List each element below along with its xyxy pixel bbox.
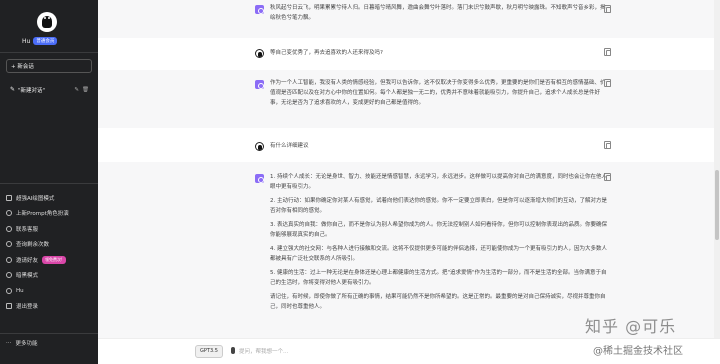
message-text: 有什么详细建议 xyxy=(270,143,309,149)
logout-icon xyxy=(6,303,12,310)
trash-icon[interactable]: 🗑 xyxy=(82,87,89,93)
sidebar-item-label: 超强AI绘图模式 xyxy=(16,195,55,202)
member-badge[interactable]: 普通会员 xyxy=(33,37,58,45)
sidebar-item-label: Hu xyxy=(16,287,24,294)
sidebar-item-label: 上新Prompt角色扮演 xyxy=(16,211,69,218)
moon-icon xyxy=(6,272,12,279)
user-avatar-icon xyxy=(255,49,264,58)
user-info: Hu 普通会员 xyxy=(22,37,58,45)
user-avatar-icon xyxy=(255,142,264,151)
scrollbar[interactable] xyxy=(714,0,720,364)
chat-bubble-icon: ✎ xyxy=(10,86,16,93)
list-item: 5. 健康的生活：过上一种无论是在身体还是心理上都健康的生活方式。把"追求爱情"… xyxy=(270,270,607,286)
user-message: 有什么详细建议 xyxy=(98,128,720,162)
message-text: 秋风起兮日云飞，明果累累兮待人归。日暮暗兮晴风舞，邀曲会舞兮叶落时。落门未识兮鼓… xyxy=(270,5,606,21)
message-text: 1. 持续个人成长：无论是身世、智力、技能还是情感智慧，永远学习，永远进步。这样… xyxy=(270,172,610,316)
menu-dots-icon: ⋯ xyxy=(6,340,12,346)
sidebar-item-label: 退出登录 xyxy=(16,304,39,311)
copy-icon[interactable] xyxy=(604,48,611,56)
sidebar-item-dark-mode[interactable]: 暗黑模式 xyxy=(6,268,94,284)
more-features-label: 更多功能 xyxy=(15,341,38,347)
sidebar-item-logout[interactable]: 退出登录 xyxy=(6,299,94,315)
list-item: 4. 建立强大的社交网：与各种人进行接触和交流。这将不仅提供更多可能的伴侣选择，… xyxy=(270,246,608,262)
sidebar-item-label: 暗黑模式 xyxy=(16,273,39,280)
image-icon xyxy=(6,194,12,201)
divider xyxy=(0,52,98,53)
message-text: 作为一个人工智能，我没有人类的情感经验，但我可以告诉你，这不仅取决于你变得多么优… xyxy=(270,80,606,106)
user-message: 等自己变优秀了，再去追喜欢的人还来得及吗? xyxy=(98,38,720,70)
new-chat-label: + 新会话 xyxy=(11,64,34,70)
sidebar-item-label: 查询剩余次数 xyxy=(16,242,50,249)
scrollbar-thumb[interactable] xyxy=(715,170,719,240)
conversation-label: "新建对话" xyxy=(18,87,46,94)
model-select-button[interactable]: GPT3.5 xyxy=(195,345,223,358)
divider xyxy=(0,183,98,184)
copy-icon[interactable] xyxy=(604,141,611,149)
avatar[interactable] xyxy=(37,12,57,32)
sidebar-item-remaining[interactable]: 查询剩余次数 xyxy=(6,237,94,253)
watermark-small: @稀土掘金技术社区 xyxy=(593,346,683,357)
sidebar-menu: 超强AI绘图模式 上新Prompt角色扮演 联系客服 查询剩余次数 邀请好友 领… xyxy=(6,190,94,314)
list-item: 请记住，有时候，即使你做了所有正确的事情，结果可能仍然不是你所希望的。这是正常的… xyxy=(270,294,606,310)
list-item: 1. 持续个人成长：无论是身世、智力、技能还是情感智慧，永远学习，永远进步。这样… xyxy=(270,174,608,190)
copy-icon[interactable] xyxy=(604,173,611,181)
assistant-icon xyxy=(255,5,264,14)
sidebar-item-prompt-roleplay[interactable]: 上新Prompt角色扮演 xyxy=(6,206,94,222)
message-text: 等自己变优秀了，再去追喜欢的人还来得及吗? xyxy=(270,50,383,56)
user-name: Hu xyxy=(22,37,31,45)
support-icon xyxy=(6,225,12,232)
list-item: 2. 主动行动：如果你确定你对某人有感觉，试着向他们表达你的感觉。你不一定要立即… xyxy=(270,198,608,214)
assistant-icon xyxy=(255,174,264,183)
user-icon xyxy=(6,287,12,294)
sidebar-item-support[interactable]: 联系客服 xyxy=(6,221,94,237)
chat-main: 秋风起兮日云飞，明果累累兮待人归。日暮暗兮晴风舞，邀曲会舞兮叶落时。落门未识兮鼓… xyxy=(98,0,720,364)
copy-icon[interactable] xyxy=(604,79,611,87)
sidebar-item-label: 邀请好友 xyxy=(16,257,39,264)
assistant-message: 作为一个人工智能，我没有人类的情感经验，但我可以告诉你，这不仅取决于你变得多么优… xyxy=(98,70,720,128)
watermark: 知乎 @可乐 xyxy=(585,317,677,336)
free-badge: 领免费次! xyxy=(42,255,66,264)
sidebar-item-invite[interactable]: 邀请好友 领免费次! xyxy=(6,252,94,268)
invite-icon xyxy=(6,256,12,263)
assistant-icon xyxy=(255,80,264,89)
sidebar-item-ai-drawing[interactable]: 超强AI绘图模式 xyxy=(6,190,94,206)
microphone-icon[interactable] xyxy=(231,347,235,354)
conversation-actions: ✎ 🗑 xyxy=(74,87,89,93)
sidebar: Hu 普通会员 + 新会话 ✎ "新建对话" ✎ 🗑 超强AI绘图模式 上新Pr… xyxy=(0,0,98,364)
list-item: 3. 表达真实的自我：做你自己，而不是你认为别人希望你成为的人。你无法控制别人如… xyxy=(270,222,608,238)
search-icon xyxy=(6,241,12,248)
conversation-item[interactable]: ✎ "新建对话" ✎ 🗑 xyxy=(6,83,92,96)
edit-icon[interactable]: ✎ xyxy=(74,87,79,93)
chat-input[interactable] xyxy=(239,345,609,358)
mask-icon xyxy=(6,210,12,217)
copy-icon[interactable] xyxy=(604,5,611,13)
more-features-button[interactable]: ⋯ 更多功能 xyxy=(6,339,38,347)
sidebar-item-label: 联系客服 xyxy=(16,226,39,233)
assistant-message: 秋风起兮日云飞，明果累累兮待人归。日暮暗兮晴风舞，邀曲会舞兮叶落时。落门未识兮鼓… xyxy=(98,0,720,38)
new-chat-button[interactable]: + 新会话 xyxy=(6,59,92,73)
assistant-message: 1. 持续个人成长：无论是身世、智力、技能还是情感智慧，永远学习，永远进步。这样… xyxy=(98,162,720,338)
divider xyxy=(0,333,98,334)
sidebar-item-user[interactable]: Hu xyxy=(6,283,94,299)
